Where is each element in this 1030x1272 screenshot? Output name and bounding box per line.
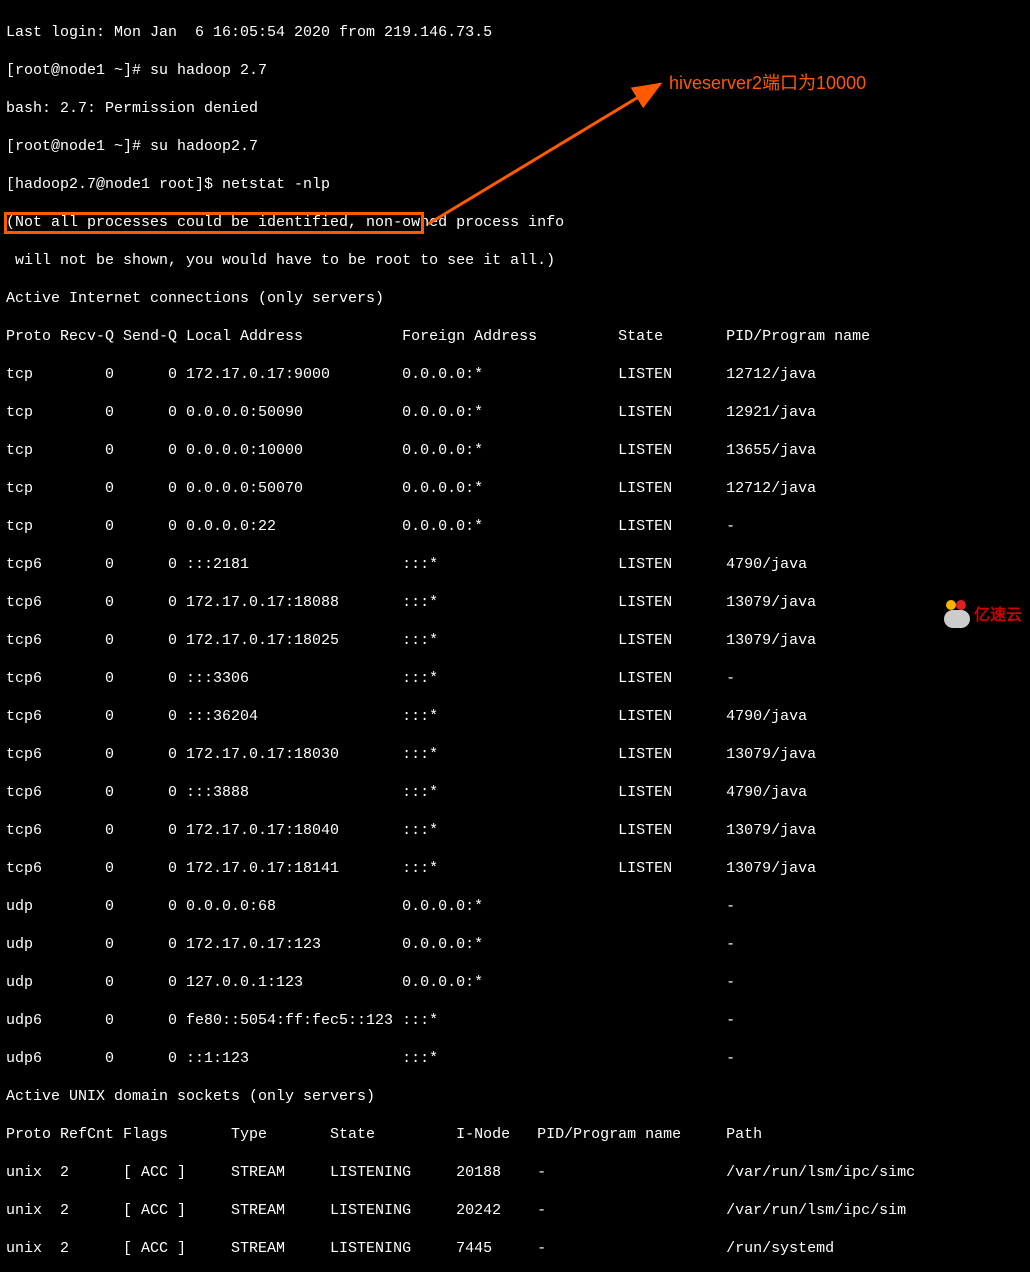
- table-row: tcp6 0 0 :::3306 :::* LISTEN -: [6, 669, 1024, 688]
- table-row: udp 0 0 127.0.0.1:123 0.0.0.0:* -: [6, 973, 1024, 992]
- prompt-line: [hadoop2.7@node1 root]$ netstat -nlp: [6, 175, 1024, 194]
- table-row: tcp6 0 0 :::36204 :::* LISTEN 4790/java: [6, 707, 1024, 726]
- table-row: tcp 0 0 172.17.0.17:9000 0.0.0.0:* LISTE…: [6, 365, 1024, 384]
- table-row: tcp 0 0 0.0.0.0:50070 0.0.0.0:* LISTEN 1…: [6, 479, 1024, 498]
- info-line: (Not all processes could be identified, …: [6, 213, 1024, 232]
- table-row-highlighted: tcp 0 0 0.0.0.0:10000 0.0.0.0:* LISTEN 1…: [6, 441, 1024, 460]
- table-row: udp6 0 0 fe80::5054:ff:fec5::123 :::* -: [6, 1011, 1024, 1030]
- table-row: tcp6 0 0 172.17.0.17:18141 :::* LISTEN 1…: [6, 859, 1024, 878]
- table-row: udp6 0 0 ::1:123 :::* -: [6, 1049, 1024, 1068]
- table-row: udp 0 0 0.0.0.0:68 0.0.0.0:* -: [6, 897, 1024, 916]
- table-header: Proto Recv-Q Send-Q Local Address Foreig…: [6, 327, 1024, 346]
- section-header: Active Internet connections (only server…: [6, 289, 1024, 308]
- table-row: unix 2 [ ACC ] STREAM LISTENING 20242 - …: [6, 1201, 1024, 1220]
- table-row: udp 0 0 172.17.0.17:123 0.0.0.0:* -: [6, 935, 1024, 954]
- table-row: tcp6 0 0 172.17.0.17:18025 :::* LISTEN 1…: [6, 631, 1024, 650]
- info-line: will not be shown, you would have to be …: [6, 251, 1024, 270]
- terminal-output: Last login: Mon Jan 6 16:05:54 2020 from…: [0, 0, 1030, 1272]
- error-line: bash: 2.7: Permission denied: [6, 99, 1024, 118]
- prompt-line: [root@node1 ~]# su hadoop 2.7: [6, 61, 1024, 80]
- table-row: tcp6 0 0 :::3888 :::* LISTEN 4790/java: [6, 783, 1024, 802]
- table-row: tcp6 0 0 :::2181 :::* LISTEN 4790/java: [6, 555, 1024, 574]
- cloud-icon: [944, 602, 970, 628]
- table-header: Proto RefCnt Flags Type State I-Node PID…: [6, 1125, 1024, 1144]
- table-row: tcp6 0 0 172.17.0.17:18030 :::* LISTEN 1…: [6, 745, 1024, 764]
- watermark-text: 亿速云: [974, 606, 1022, 625]
- annotation-text: hiveserver2端口为10000: [669, 74, 866, 93]
- table-row: unix 2 [ ACC ] STREAM LISTENING 7445 - /…: [6, 1239, 1024, 1258]
- table-row: tcp 0 0 0.0.0.0:50090 0.0.0.0:* LISTEN 1…: [6, 403, 1024, 422]
- watermark: 亿速云: [944, 602, 1022, 628]
- table-row: tcp 0 0 0.0.0.0:22 0.0.0.0:* LISTEN -: [6, 517, 1024, 536]
- section-header: Active UNIX domain sockets (only servers…: [6, 1087, 1024, 1106]
- login-line: Last login: Mon Jan 6 16:05:54 2020 from…: [6, 23, 1024, 42]
- table-row: tcp6 0 0 172.17.0.17:18040 :::* LISTEN 1…: [6, 821, 1024, 840]
- prompt-line: [root@node1 ~]# su hadoop2.7: [6, 137, 1024, 156]
- table-row: unix 2 [ ACC ] STREAM LISTENING 20188 - …: [6, 1163, 1024, 1182]
- table-row: tcp6 0 0 172.17.0.17:18088 :::* LISTEN 1…: [6, 593, 1024, 612]
